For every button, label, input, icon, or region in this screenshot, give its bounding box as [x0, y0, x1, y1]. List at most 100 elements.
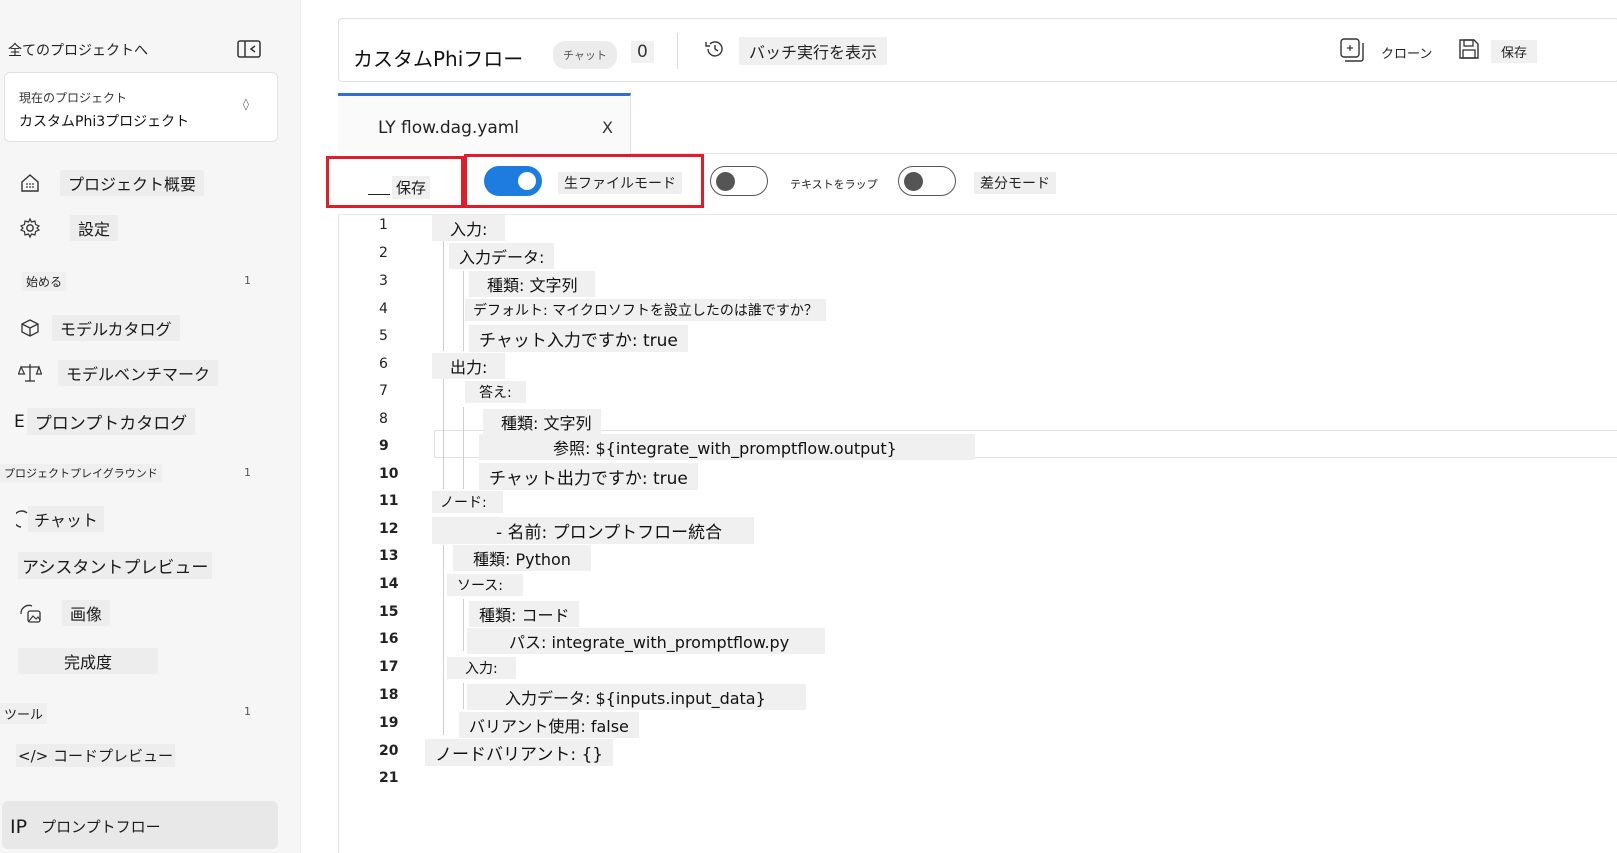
code-line: ノード:: [432, 491, 503, 513]
chat-icon: [16, 507, 28, 531]
sidebar-item-label: アシスタントプレビュー: [18, 552, 213, 579]
line-number: 5: [379, 328, 388, 344]
section-header-tools: ツール: [0, 703, 48, 724]
code-line: 種類: 文字列: [483, 409, 602, 435]
indent-guide: [443, 545, 444, 735]
line-number: 6: [379, 356, 388, 372]
sidebar-item-label: 完成度: [18, 648, 159, 674]
save-underline-icon: [368, 194, 390, 195]
sidebar-item-image[interactable]: 画像: [18, 600, 111, 626]
code-line: 出力:: [432, 353, 506, 379]
indent-guide: [463, 407, 464, 489]
sidebar-item-model-catalog[interactable]: モデルカタログ: [18, 315, 180, 341]
line-number: 21: [379, 770, 399, 786]
code-line: 入力:: [432, 215, 506, 241]
editor-toolbar: 保存 生ファイルモード テキストをラップ 差分モード: [326, 154, 1617, 215]
code-line: 種類: Python: [453, 545, 591, 571]
sidebar-item-label: プロンプトカタログ: [26, 408, 196, 435]
chat-pill[interactable]: チャット: [553, 41, 617, 69]
code-line: 種類: 文字列: [469, 271, 596, 297]
toolbar-save-label: 保存: [392, 176, 431, 199]
diff-mode-label: 差分モード: [974, 172, 1056, 194]
sidebar-item-prompt-flow[interactable]: IP プロンプトフロー: [10, 815, 163, 838]
code-line: 入力データ:: [449, 243, 555, 269]
sidebar-item-label: モデルベンチマーク: [58, 360, 219, 386]
wrap-text-label: テキストをラップ: [790, 178, 878, 191]
sidebar-item-prompt-catalog[interactable]: E プロンプトカタログ: [14, 408, 196, 435]
chevron-updown-icon: ◊: [243, 97, 249, 111]
sidebar-item-code-preview[interactable]: </> コードプレビュー: [16, 744, 175, 767]
line-number: 16: [379, 631, 399, 647]
view-batch-runs-button[interactable]: バッチ実行を表示: [703, 37, 888, 65]
section-header-get-started: 始める: [22, 272, 67, 291]
line-number: 7: [379, 383, 388, 399]
code-line: 参照: ${integrate_with_promptflow.output}: [479, 434, 975, 460]
section-count-tools: 1: [244, 705, 251, 718]
code-line: チャット出力ですか: true: [479, 463, 698, 490]
back-to-all-projects-link[interactable]: 全てのプロジェクトへ: [8, 40, 148, 60]
code-line: バリアント使用: false: [459, 712, 639, 738]
gear-icon: [18, 216, 42, 240]
code-line: 入力データ: ${inputs.input_data}: [467, 684, 806, 710]
line-number: 8: [379, 411, 388, 427]
code-line: - 名前: プロンプトフロー統合: [432, 517, 755, 544]
sidebar-item-label: 設定: [70, 215, 119, 241]
sidebar-item-label: </> コードプレビュー: [16, 744, 175, 767]
view-batch-runs-label: バッチ実行を表示: [739, 37, 888, 65]
wrap-text-toggle[interactable]: [710, 166, 768, 196]
current-project-selector[interactable]: 現在のプロジェクト カスタムPhi3プロジェクト ◊: [4, 72, 278, 142]
sidebar-item-settings[interactable]: 設定: [18, 215, 119, 241]
section-count-playground: 1: [244, 466, 251, 479]
sidebar-item-label: チャット: [28, 506, 104, 532]
line-number: 3: [379, 273, 388, 289]
sidebar: 全てのプロジェクトへ 現在のプロジェクト カスタムPhi3プロジェクト ◊ プロ…: [0, 0, 301, 853]
line-number: 20: [379, 743, 399, 759]
indent-guide: [463, 599, 464, 651]
code-editor[interactable]: 1 入力: 2 入力データ: 3 種類: 文字列 4 デフォルト: マイクロソフ…: [338, 215, 1617, 853]
toggle-knob: [716, 171, 735, 191]
sidebar-item-chat[interactable]: チャット: [16, 506, 104, 532]
sidebar-item-completion[interactable]: 完成度: [18, 648, 159, 674]
diff-mode-toggle[interactable]: [898, 166, 956, 196]
line-number: 13: [379, 548, 399, 564]
section-count-get-started: 1: [244, 274, 251, 287]
line-number: 18: [379, 687, 399, 703]
section-header-playground: プロジェクトプレイグラウンド: [0, 464, 162, 482]
raw-file-mode-label: 生ファイルモード: [558, 172, 682, 194]
tab-flow-dag-yaml[interactable]: LY flow.dag.yaml X: [338, 93, 631, 154]
code-line: ソース:: [447, 574, 524, 596]
sidebar-item-overview[interactable]: プロジェクト概要: [18, 170, 205, 196]
image-icon: [18, 601, 42, 625]
code-line: パス: integrate_with_promptflow.py: [467, 628, 826, 654]
cube-icon: [18, 316, 42, 340]
header-save-button[interactable]: 保存: [1457, 37, 1538, 65]
code-line: ノードバリアント: {}: [425, 739, 614, 766]
sidebar-item-label: モデルカタログ: [52, 315, 180, 341]
line-number: 10: [379, 466, 399, 482]
clone-label: クローン: [1381, 46, 1433, 62]
indent-guide: [463, 271, 464, 351]
collapse-sidebar-icon[interactable]: [236, 38, 262, 60]
close-icon[interactable]: X: [602, 118, 613, 137]
clone-button[interactable]: クローン: [1339, 37, 1442, 67]
indent-guide: [443, 379, 444, 489]
line-number: 1: [379, 217, 388, 233]
sidebar-item-label: プロンプトフロー: [41, 818, 161, 836]
count-badge: 0: [631, 41, 654, 63]
code-line: 入力:: [447, 657, 516, 679]
home-icon: [18, 171, 42, 195]
raw-file-mode-toggle[interactable]: [484, 166, 542, 196]
file-tab-strip: LY flow.dag.yaml X: [338, 93, 1617, 154]
line-number: 12: [379, 521, 399, 537]
line-number: 2: [379, 245, 388, 261]
toolbar-save-button[interactable]: 保存: [368, 176, 431, 199]
code-line: 種類: コード: [469, 601, 580, 627]
sidebar-item-label: 画像: [62, 600, 111, 626]
line-number: 11: [379, 493, 399, 509]
scale-icon: [18, 361, 42, 385]
line-number: 15: [379, 604, 399, 620]
sidebar-item-assistant-preview[interactable]: アシスタントプレビュー: [18, 552, 213, 579]
save-icon: [1457, 37, 1481, 65]
sidebar-item-model-benchmark[interactable]: モデルベンチマーク: [18, 360, 219, 386]
line-number: 14: [379, 576, 399, 592]
